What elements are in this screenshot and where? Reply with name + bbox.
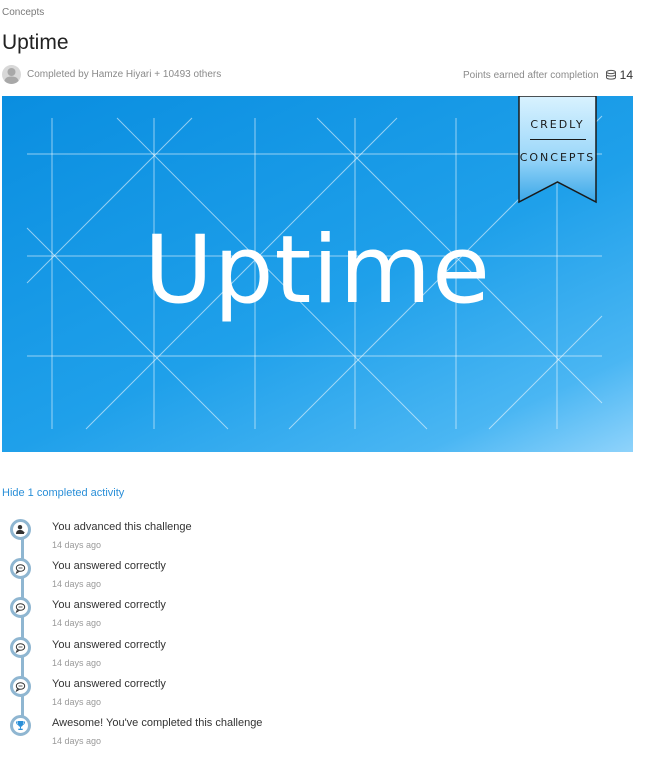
activity-marker bbox=[10, 519, 31, 540]
activity-text: You answered correctly bbox=[52, 599, 166, 611]
activity-time: 14 days ago bbox=[52, 618, 102, 628]
activity-marker bbox=[10, 637, 31, 658]
chat-bubble-icon bbox=[15, 603, 26, 613]
ribbon-brand: CREDLY bbox=[530, 118, 585, 131]
ribbon-category: CONCEPTS bbox=[519, 151, 596, 164]
activity-time: 14 days ago bbox=[52, 658, 102, 668]
points-label: Points earned after completion bbox=[463, 69, 599, 81]
activity-time: 14 days ago bbox=[52, 697, 102, 707]
completed-by-text[interactable]: Completed by Hamze Hiyari + 10493 others bbox=[27, 69, 221, 80]
avatar[interactable] bbox=[2, 65, 21, 84]
activity-item: You answered correctly 14 days ago bbox=[8, 672, 608, 711]
activity-item: Awesome! You've completed this challenge… bbox=[8, 711, 608, 750]
activity-marker bbox=[10, 597, 31, 618]
chat-bubble-icon bbox=[15, 564, 26, 574]
credly-ribbon: CREDLY CONCEPTS bbox=[518, 96, 597, 204]
chat-bubble-icon bbox=[15, 682, 26, 692]
breadcrumb[interactable]: Concepts bbox=[2, 7, 44, 18]
activity-marker bbox=[10, 558, 31, 579]
activity-time: 14 days ago bbox=[52, 540, 102, 550]
activity-item: You answered correctly 14 days ago bbox=[8, 554, 608, 593]
activity-text: Awesome! You've completed this challenge bbox=[52, 717, 263, 729]
chat-bubble-icon bbox=[15, 643, 26, 653]
user-silhouette-icon bbox=[4, 68, 19, 84]
activity-marker bbox=[10, 715, 31, 736]
user-advance-icon bbox=[16, 525, 25, 534]
ribbon-shape bbox=[518, 96, 597, 204]
activity-item: You answered correctly 14 days ago bbox=[8, 633, 608, 672]
coins-icon bbox=[605, 69, 616, 80]
ribbon-divider bbox=[530, 139, 586, 140]
points-value: 14 bbox=[619, 68, 633, 82]
activity-item: You answered correctly 14 days ago bbox=[8, 593, 608, 632]
challenge-banner: Uptime CREDLY CONCEPTS bbox=[2, 96, 633, 452]
activity-time: 14 days ago bbox=[52, 579, 102, 589]
banner-title: Uptime bbox=[144, 216, 491, 325]
completion-meta: Completed by Hamze Hiyari + 10493 others… bbox=[2, 65, 633, 85]
activity-text: You answered correctly bbox=[52, 678, 166, 690]
hide-completed-activity-link[interactable]: Hide 1 completed activity bbox=[2, 487, 124, 499]
page-title: Uptime bbox=[2, 31, 69, 54]
activity-time: 14 days ago bbox=[52, 736, 102, 746]
points-info: Points earned after completion 14 bbox=[463, 68, 633, 82]
activity-text: You answered correctly bbox=[52, 560, 166, 572]
activity-marker bbox=[10, 676, 31, 697]
trophy-icon bbox=[16, 721, 25, 730]
activity-item: You advanced this challenge 14 days ago bbox=[8, 515, 608, 554]
activity-text: You advanced this challenge bbox=[52, 521, 192, 533]
activity-text: You answered correctly bbox=[52, 639, 166, 651]
